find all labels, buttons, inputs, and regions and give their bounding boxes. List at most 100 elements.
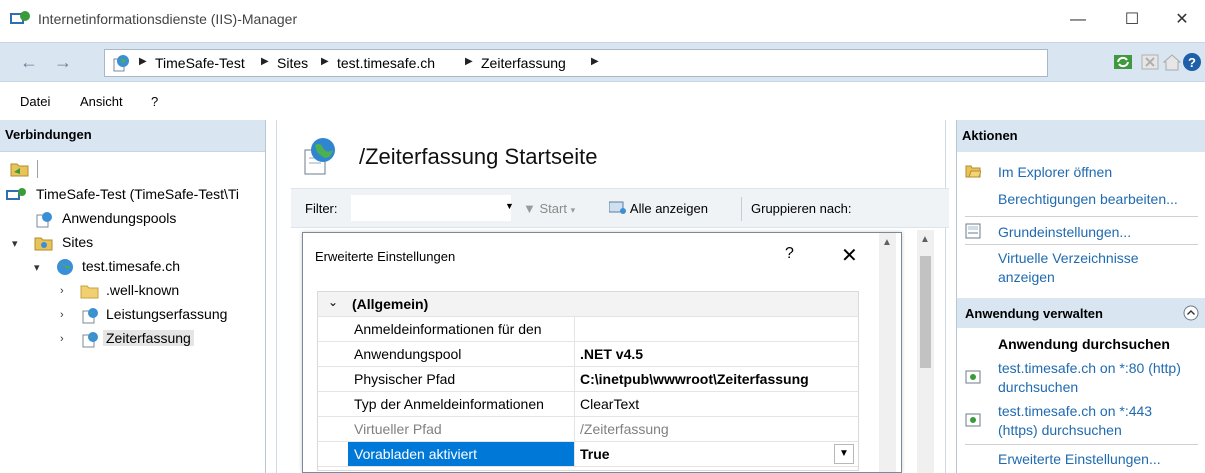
filter-dropdown-icon[interactable]: ▼ <box>505 201 514 211</box>
refresh-icon[interactable] <box>1113 52 1133 72</box>
dialog-help-button[interactable]: ? <box>785 245 794 263</box>
collapse-icon[interactable]: ▾ <box>12 237 18 250</box>
toolbar-divider <box>741 197 742 221</box>
dialog-close-button[interactable]: ✕ <box>841 243 858 268</box>
breadcrumb-separator: ▶ <box>591 56 599 67</box>
property-key: Virtueller Pfad <box>354 421 442 437</box>
filter-label: Filter: <box>305 201 338 216</box>
folder-icon <box>80 285 99 299</box>
breadcrumb-separator: ▶ <box>139 56 147 67</box>
manage-application-header[interactable]: Anwendung verwalten <box>957 298 1205 328</box>
dropdown-icon: ▾ <box>570 205 576 215</box>
home-icon[interactable] <box>1162 52 1182 72</box>
actions-header: Aktionen <box>957 120 1205 152</box>
browse-https-link-line2[interactable]: (https) durchsuchen <box>998 422 1122 438</box>
breadcrumb-sites[interactable]: Sites <box>277 55 308 71</box>
browse-http-link[interactable]: test.timesafe.ch on *:80 (http) <box>998 360 1181 376</box>
tree-label: .well-known <box>106 282 180 298</box>
address-bar: ← → ▶ TimeSafe-Test ▶ Sites ▶ test.times… <box>0 42 1205 82</box>
tree-label: Sites <box>62 234 94 250</box>
app-pool-icon <box>36 212 52 228</box>
property-value[interactable]: True <box>580 446 610 462</box>
menu-datei[interactable]: Datei <box>20 94 50 109</box>
start-filter-button[interactable]: ▼ Start ▾ <box>523 201 575 216</box>
property-row[interactable]: Typ der Anmeldeinformationen ClearText <box>318 392 858 417</box>
menu-bar: Datei Ansicht ? <box>0 90 1205 114</box>
application-icon <box>82 308 98 324</box>
show-all-icon <box>608 201 626 214</box>
breadcrumb-test-timesafe[interactable]: test.timesafe.ch <box>337 55 435 71</box>
basic-settings-link[interactable]: Grundeinstellungen... <box>998 224 1131 240</box>
expand-icon[interactable]: › <box>60 333 64 345</box>
tree-label: TimeSafe-Test (TimeSafe-Test\Ti <box>36 186 240 202</box>
close-button[interactable]: ✕ <box>1162 6 1202 34</box>
iis-app-icon <box>10 11 30 24</box>
column-divider <box>574 417 575 441</box>
svg-text:?: ? <box>1188 55 1196 70</box>
browse-https-link[interactable]: test.timesafe.ch on *:443 <box>998 403 1152 419</box>
dialog-scrollbar[interactable]: ▲ <box>879 233 896 472</box>
open-in-explorer-link[interactable]: Im Explorer öffnen <box>998 164 1112 180</box>
globe-icon <box>57 259 73 275</box>
value-dropdown-button[interactable]: ▼ <box>834 444 854 464</box>
property-key: Typ der Anmeldeinformationen <box>354 396 544 412</box>
main-scrollbar[interactable]: ▲ <box>917 230 934 473</box>
browse-http-link-line2[interactable]: durchsuchen <box>998 379 1078 395</box>
scroll-up-icon[interactable]: ▲ <box>920 234 930 245</box>
show-all-button[interactable]: Alle anzeigen <box>608 201 708 216</box>
property-row[interactable]: Anwendungspool .NET v4.5 <box>318 342 858 367</box>
property-row[interactable]: Virtueller Pfad /Zeiterfassung <box>318 417 858 442</box>
category-row[interactable]: ⌄ (Allgemein) <box>318 292 858 317</box>
show-all-label: Alle anzeigen <box>629 201 708 216</box>
view-virtual-dirs-link[interactable]: Virtuelle Verzeichnisse <box>998 250 1139 266</box>
tree-label: Zeiterfassung <box>103 330 194 346</box>
property-key: Vorabladen aktiviert <box>348 442 574 466</box>
tree-label: Anwendungspools <box>62 210 177 226</box>
view-virtual-dirs-link-line2[interactable]: anzeigen <box>998 269 1055 285</box>
advanced-settings-link[interactable]: Erweiterte Einstellungen... <box>998 451 1161 467</box>
edit-permissions-link[interactable]: Berechtigungen bearbeiten... <box>998 191 1178 207</box>
maximize-button[interactable]: ☐ <box>1112 6 1152 34</box>
dialog-title: Erweiterte Einstellungen <box>315 249 456 264</box>
minimize-button[interactable]: — <box>1058 6 1098 34</box>
address-field[interactable]: ▶ TimeSafe-Test ▶ Sites ▶ test.timesafe.… <box>104 49 1048 77</box>
collapse-icon[interactable]: ▾ <box>34 261 40 274</box>
collapse-icon[interactable]: ⌄ <box>328 295 338 309</box>
property-row[interactable]: Physischer Pfad C:\inetpub\wwwroot\Zeite… <box>318 367 858 392</box>
property-row-selected[interactable]: Vorabladen aktiviert True ▼ <box>318 442 858 467</box>
expand-icon[interactable]: › <box>60 285 64 297</box>
menu-ansicht[interactable]: Ansicht <box>80 94 123 109</box>
filter-input[interactable] <box>351 195 511 221</box>
expand-icon[interactable]: › <box>60 309 64 321</box>
window-title: Internetinformationsdienste (IIS)-Manage… <box>38 11 298 27</box>
start-label: Start <box>539 201 567 216</box>
separator <box>965 444 1198 445</box>
browse-application-header: Anwendung durchsuchen <box>998 336 1170 352</box>
scroll-up-icon[interactable]: ▲ <box>882 237 892 248</box>
section-title: Anwendung verwalten <box>965 306 1103 321</box>
back-button[interactable]: ← <box>18 52 40 74</box>
breadcrumb-timesafe-test[interactable]: TimeSafe-Test <box>155 55 245 71</box>
column-divider <box>574 367 575 391</box>
property-value: /Zeiterfassung <box>580 421 669 437</box>
breadcrumb-zeiterfassung[interactable]: Zeiterfassung <box>481 55 566 71</box>
property-row[interactable]: Anmeldeinformationen für den <box>318 317 858 342</box>
advanced-settings-dialog: Erweiterte Einstellungen ? ✕ ⌄ (Allgemei… <box>302 232 902 473</box>
forward-button[interactable]: → <box>52 52 74 74</box>
connect-icon[interactable] <box>10 160 30 178</box>
property-key: Anmeldeinformationen für den <box>354 321 542 337</box>
actions-panel: Aktionen Im Explorer öffnen Berechtigung… <box>956 120 1205 473</box>
group-by-button[interactable]: Gruppieren nach: <box>751 201 851 216</box>
menu-help[interactable]: ? <box>151 94 158 109</box>
column-divider <box>574 342 575 366</box>
help-icon[interactable]: ? <box>1182 52 1202 72</box>
property-key: Physischer Pfad <box>354 371 456 387</box>
separator <box>965 244 1198 245</box>
application-icon <box>82 332 98 348</box>
separator <box>965 216 1198 217</box>
category-label: (Allgemein) <box>352 296 429 312</box>
scrollbar-thumb[interactable] <box>920 256 931 368</box>
stop-icon[interactable] <box>1140 52 1160 72</box>
column-divider <box>574 317 575 341</box>
collapse-section-icon[interactable] <box>1183 305 1199 321</box>
